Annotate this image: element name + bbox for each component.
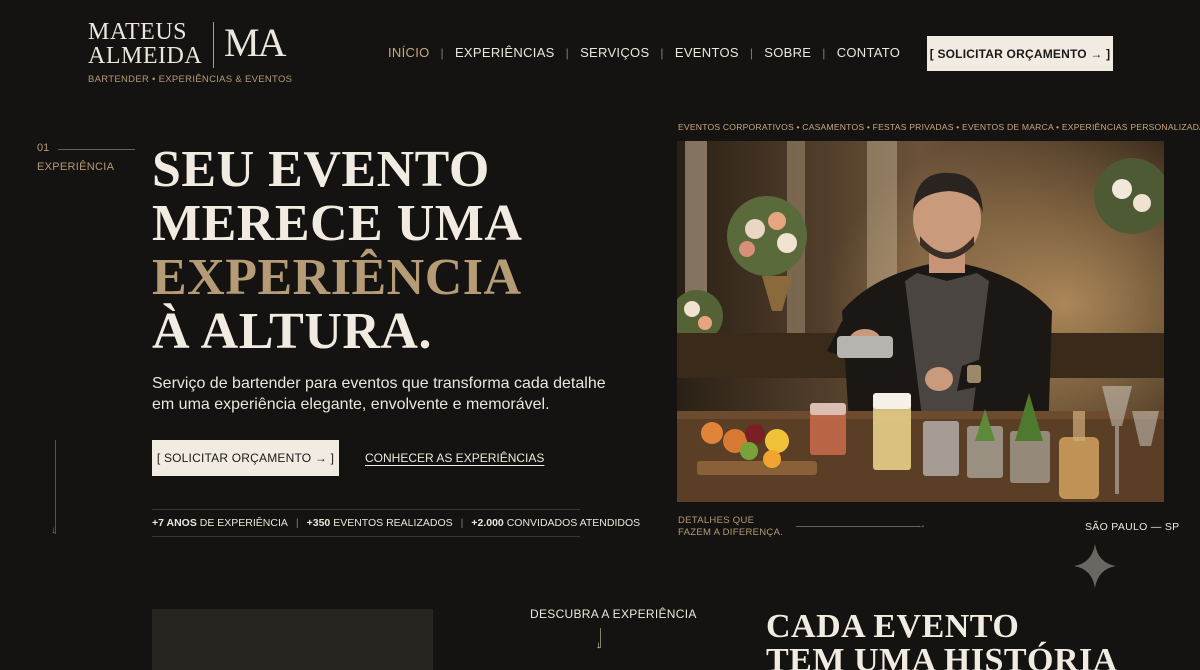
stats-bar: +7 ANOS DE EXPERIÊNCIA | +350 EVENTOS RE…	[152, 509, 640, 537]
logo-divider	[213, 22, 214, 68]
brand-name-line1: MATEUS	[88, 19, 188, 45]
hero-title-line3: EXPERIÊNCIA	[152, 249, 522, 306]
stat-separator: |	[460, 517, 464, 529]
discover-label[interactable]: DESCUBRA A EXPERIÊNCIA	[530, 607, 697, 621]
experiences-link[interactable]: CONHECER AS EXPERIÊNCIAS	[365, 451, 544, 465]
section-title-line1: CADA EVENTO	[766, 608, 1020, 645]
brand-name: MATEUS ALMEIDA	[88, 20, 202, 68]
brand-monogram: MA	[224, 20, 286, 65]
stat-separator: |	[295, 517, 299, 529]
stat-label: DE EXPERIÊNCIA	[199, 517, 288, 529]
stat-value: +350	[306, 517, 331, 529]
stat-value: +2.000	[471, 517, 504, 529]
arrow-down-icon: ↓	[51, 525, 56, 536]
section-index-label: EXPERIÊNCIA	[37, 161, 115, 173]
details-caption: DETALHES QUE FAZEM A DIFERENÇA.	[678, 515, 783, 539]
nav-separator: |	[565, 45, 570, 60]
bartender-photo	[677, 141, 1164, 502]
header-quote-button[interactable]: [ SOLICITAR ORÇAMENTO → ]	[927, 36, 1113, 71]
sparkle-icon	[1074, 544, 1116, 588]
stat-label: CONVIDADOS ATENDIDOS	[506, 517, 641, 529]
nav-item-servicos[interactable]: SERVIÇOS	[580, 45, 649, 60]
index-line	[58, 149, 135, 150]
brand-logo[interactable]: MATEUS ALMEIDA MA BARTENDER • EXPERIÊNCI…	[88, 20, 292, 86]
details-line	[796, 526, 920, 527]
nav-separator: |	[660, 45, 664, 60]
event-categories: EVENTOS CORPORATIVOS • CASAMENTOS • FEST…	[678, 122, 1200, 132]
scroll-line	[55, 440, 56, 534]
hero-title-line2: MERECE UMA	[152, 195, 523, 252]
story-image-placeholder	[152, 609, 433, 670]
nav-item-experiencias[interactable]: EXPERIÊNCIAS	[455, 45, 555, 60]
nav-item-sobre[interactable]: SOBRE	[764, 45, 811, 60]
stat-value: +7 ANOS	[152, 517, 197, 529]
hero-title-line4: À ALTURA.	[152, 303, 432, 360]
hero-title: SEU EVENTO MERECE UMA EXPERIÊNCIA À ALTU…	[152, 143, 522, 359]
details-line1: DETALHES QUE	[678, 515, 755, 526]
section-title-line2: TEM UMA HISTÓRIA	[766, 642, 1118, 670]
arrow-down-icon[interactable]: ↓	[596, 641, 601, 651]
hero-quote-button[interactable]: [ SOLICITAR ORÇAMENTO → ]	[152, 440, 339, 476]
nav-item-eventos[interactable]: EVENTOS	[675, 45, 739, 60]
nav-separator: |	[749, 45, 754, 60]
details-line2: FAZEM A DIFERENÇA.	[678, 527, 784, 538]
section-title: CADA EVENTO TEM UMA HISTÓRIA	[766, 610, 1118, 670]
arrow-right-icon: →	[916, 520, 926, 531]
main-nav: INÍCIO | EXPERIÊNCIAS | SERVIÇOS | EVENT…	[388, 45, 900, 60]
hero-subtitle: Serviço de bartender para eventos que tr…	[152, 375, 606, 413]
hero-title-line1: SEU EVENTO	[152, 141, 490, 198]
nav-item-inicio[interactable]: INÍCIO	[388, 45, 430, 60]
brand-name-line2: ALMEIDA	[88, 43, 203, 69]
nav-separator: |	[440, 45, 444, 60]
nav-item-contato[interactable]: CONTATO	[837, 45, 901, 60]
location-label: SÃO PAULO — SP	[1085, 521, 1180, 533]
nav-separator: |	[822, 45, 826, 60]
brand-tagline: BARTENDER • EXPERIÊNCIAS & EVENTOS	[88, 74, 293, 85]
section-index-number: 01	[37, 142, 50, 154]
stat-label: EVENTOS REALIZADOS	[333, 517, 453, 529]
